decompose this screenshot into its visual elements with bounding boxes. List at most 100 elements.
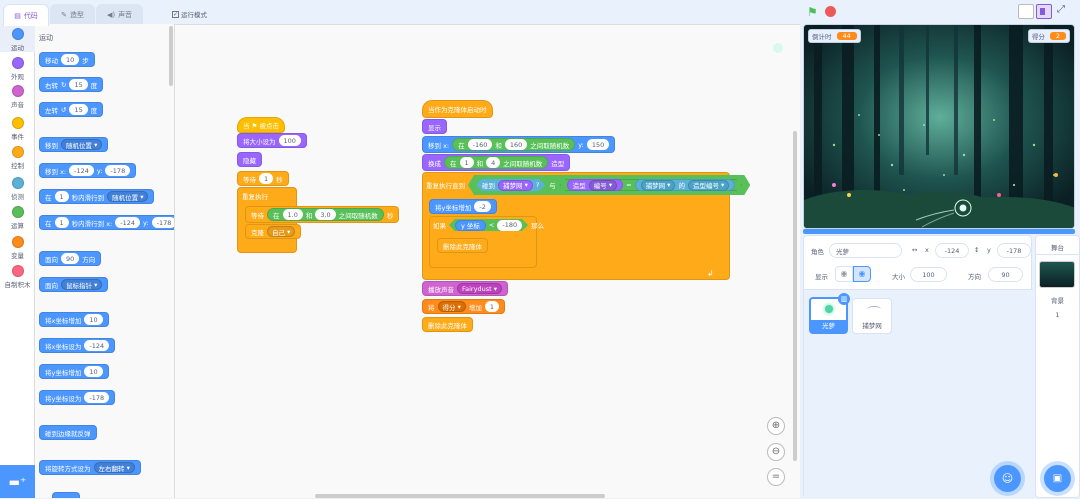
and-operator[interactable]: 碰到 捕梦网 ▾? 与 造型 编号 ▾ = 捕梦网 ▾ 的造型编号 ▾ — [468, 175, 750, 195]
forever-label: 重复执行 — [242, 193, 268, 201]
category-motion[interactable]: 运动 — [0, 24, 35, 52]
point-towards-block[interactable]: 面向 鼠标指针 ▾ — [39, 277, 109, 292]
category-sound[interactable]: 声音 — [0, 85, 35, 109]
tab-code[interactable]: ▤ 代码 — [3, 4, 49, 26]
workspace-v-scrollbar[interactable] — [793, 131, 797, 461]
create-clone-block[interactable]: 克隆 自己 ▾ — [245, 224, 302, 239]
random-operator[interactable]: 在 1.0 和 3.0 之间取随机数 — [267, 208, 384, 221]
turn-left-block[interactable]: 左转 ↺ 15 度 — [39, 102, 104, 117]
change-variable-block[interactable]: 将得分 ▾ 增加 1 — [422, 299, 505, 314]
category-events[interactable]: 事件 — [0, 117, 35, 141]
set-y-block[interactable]: 将y坐标设为 -178 — [39, 390, 116, 405]
less-than-operator[interactable]: y 坐标 < -180 — [449, 219, 528, 231]
my-blocks-dot-icon — [11, 265, 24, 277]
equals-operator[interactable]: 造型 编号 ▾ = 捕梦网 ▾ 的造型编号 ▾ — [560, 179, 742, 191]
when-flag-clicked-hat[interactable]: 当 ⚑ 被点击 — [237, 117, 285, 133]
move-steps-block[interactable]: 移动 10 步 — [39, 52, 95, 67]
events-dot-icon — [11, 117, 24, 129]
goto-xy-random-block[interactable]: 移到 x: 在 -160 和 160 之间取随机数 y: 150 — [422, 136, 616, 153]
sprite-info-panel: 角色 光萝 ↔ x -124 ↕ y -178 显示 ◉ ◉ 大小 100 方向… — [803, 235, 1033, 499]
random-costume-operator[interactable]: 在 1 和 4 之间取随机数 — [444, 156, 549, 169]
set-size-block[interactable]: 将大小设为 100 — [237, 133, 307, 148]
normal-stage-button[interactable] — [1036, 4, 1052, 19]
bounce-block[interactable]: 碰到边缘就反弹 — [39, 425, 97, 440]
sprite-name-label: 角色 — [811, 248, 824, 256]
zoom-out-button[interactable]: ⊖ — [767, 443, 785, 461]
speaker-icon: ◀) — [106, 11, 116, 19]
delete-sprite-button[interactable]: ▥ — [838, 293, 850, 305]
tab-sounds[interactable]: ◀) 声音 — [96, 4, 143, 25]
if-header: 如果 y 坐标 < -180 那么 — [433, 219, 545, 231]
change-x-block[interactable]: 将x坐标增加 10 — [39, 312, 109, 327]
category-sensing[interactable]: 侦测 — [0, 177, 35, 201]
partial-block[interactable] — [52, 492, 80, 498]
size-input[interactable]: 100 — [910, 267, 947, 282]
glide-block[interactable]: 在 1 秒内滑行到 随机位置 ▾ — [39, 189, 155, 204]
hide-block[interactable]: 隐藏 — [237, 152, 262, 167]
forest-scene — [804, 25, 1074, 228]
wait-random-block[interactable]: 等待 在 1.0 和 3.0 之间取随机数 秒 — [245, 206, 400, 223]
point-direction-block[interactable]: 面向 90 方向 — [39, 251, 102, 266]
palette-heading: 运动 — [39, 34, 53, 42]
category-variables[interactable]: 变量 — [0, 236, 35, 260]
delete-clone-inner-block[interactable]: 删除此克隆体 — [437, 238, 488, 253]
sprite-thumb-image — [825, 305, 833, 313]
palette-scrollbar[interactable] — [169, 26, 173, 86]
add-backdrop-button[interactable]: ▣ — [1044, 465, 1071, 492]
glide-xy-block[interactable]: 在 1 秒内滑行到 x: -124 y: -178 — [39, 215, 174, 230]
delete-clone-block[interactable]: 删除此克隆体 — [422, 317, 473, 332]
attribute-of-reporter[interactable]: 捕梦网 ▾ 的造型编号 ▾ — [635, 179, 736, 191]
show-visible-toggle[interactable]: ◉ — [853, 266, 871, 282]
stage-selector-panel[interactable]: 舞台 背景 1 ▣ — [1035, 235, 1080, 498]
change-y-block-ws[interactable]: 将y坐标增加 -2 — [429, 199, 497, 214]
loop-arrow-icon: ↲ — [707, 269, 714, 278]
turn-right-block[interactable]: 右转 ↻ 15 度 — [39, 77, 104, 92]
turbo-toggle[interactable]: ✓ 运行模式 — [172, 9, 207, 19]
brush-icon: ✎ — [61, 11, 67, 19]
wait-block[interactable]: 等待 1 秒 — [237, 171, 289, 186]
rotation-style-block[interactable]: 将旋转方式设为 左右翻转 ▾ — [39, 460, 141, 475]
x-input[interactable]: -124 — [935, 243, 969, 258]
fullscreen-button[interactable]: ⤢ — [1057, 4, 1065, 15]
category-control[interactable]: 控制 — [0, 146, 35, 170]
costume-number-reporter[interactable]: 造型 编号 ▾ — [567, 179, 623, 191]
checkbox-icon: ✓ — [172, 10, 179, 18]
when-clone-starts-hat[interactable]: 当作为克隆体启动时 — [422, 100, 493, 118]
cat-icon: ☺ — [1001, 472, 1014, 485]
show-hidden-toggle[interactable]: ◉ — [835, 266, 853, 282]
switch-costume-block[interactable]: 换成 在 1 和 4 之间取随机数 造型 — [422, 154, 571, 171]
show-label: 显示 — [815, 273, 828, 281]
random-x-operator[interactable]: 在 -160 和 160 之间取随机数 — [452, 138, 576, 151]
set-x-block[interactable]: 将x坐标设为 -124 — [39, 338, 116, 353]
sprite-thumb[interactable]: 捕梦网 — [852, 298, 892, 334]
category-operators[interactable]: 运算 — [0, 206, 35, 230]
y-position-reporter[interactable]: y 坐标 — [455, 220, 486, 231]
y-input[interactable]: -178 — [997, 243, 1031, 258]
backdrop-thumbnail[interactable] — [1039, 261, 1075, 288]
variables-dot-icon — [11, 236, 24, 248]
extension-button[interactable]: ▬⁺ — [0, 465, 35, 498]
code-icon: ▤ — [14, 11, 21, 20]
sprite-name-input[interactable]: 光萝 — [829, 243, 902, 258]
workspace-h-scrollbar[interactable] — [315, 494, 605, 498]
stop-button[interactable] — [825, 6, 836, 17]
play-sound-block[interactable]: 播放声音 Fairydust ▾ — [422, 281, 508, 296]
stage-canvas[interactable]: 倒计时 44 得分 2 — [803, 24, 1075, 229]
zoom-reset-button[interactable]: = — [767, 468, 785, 486]
category-my-blocks[interactable]: 自制积木 — [0, 265, 35, 289]
goto-block[interactable]: 移到 随机位置 ▾ — [39, 137, 109, 152]
code-workspace[interactable]: 当 ⚑ 被点击 将大小设为 100 隐藏 等待 1 秒 重复执行 等待 在 1.0 和 3.… — [175, 24, 800, 498]
zoom-in-button[interactable]: ⊕ — [767, 417, 785, 435]
stage-resize-handle[interactable] — [803, 229, 1075, 234]
category-looks[interactable]: 外观 — [0, 57, 35, 81]
goto-xy-block[interactable]: 移到 x: -124 y: -178 — [39, 163, 137, 178]
small-stage-button[interactable] — [1018, 4, 1034, 19]
direction-input[interactable]: 90 — [988, 267, 1023, 282]
show-block[interactable]: 显示 — [422, 119, 447, 134]
operators-dot-icon — [11, 206, 24, 218]
change-y-block[interactable]: 将y坐标增加 10 — [39, 364, 109, 379]
tab-costumes[interactable]: ✎ 造型 — [50, 4, 95, 25]
add-sprite-button[interactable]: ☺ — [994, 465, 1021, 492]
touching-condition[interactable]: 碰到 捕梦网 ▾? — [476, 179, 545, 191]
green-flag-button[interactable]: ⚑ — [807, 5, 818, 19]
